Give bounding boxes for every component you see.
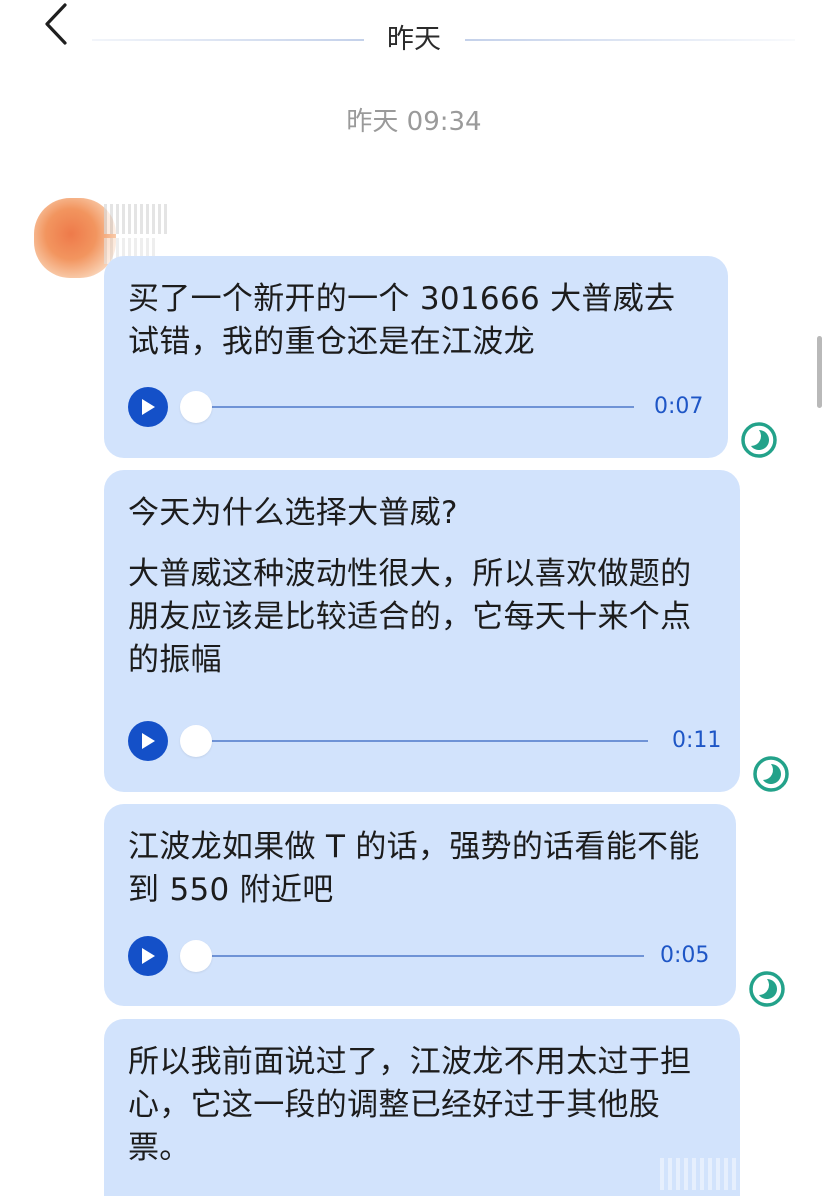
audio-duration: 0:11 xyxy=(672,728,722,753)
half-moon-status-icon xyxy=(741,422,777,458)
slider-knob[interactable] xyxy=(180,725,212,757)
audio-progress-slider[interactable] xyxy=(180,721,650,761)
message-text: 今天为什么选择大普威? xyxy=(128,495,458,531)
header-divider-right xyxy=(465,39,795,41)
voice-message-bubble[interactable]: 买了一个新开的一个 301666 大普威去试错，我的重仓还是在江波龙 0:07 xyxy=(104,256,728,458)
play-icon xyxy=(142,948,155,964)
chat-screen: 昨天 昨天 09:34 买了一个新开的一个 301666 大普威去试错，我的重仓… xyxy=(0,0,828,1196)
top-bar: 昨天 xyxy=(0,0,828,84)
half-moon-status-icon xyxy=(753,756,789,792)
play-icon xyxy=(142,733,155,749)
header-divider-left xyxy=(92,39,364,41)
play-button[interactable] xyxy=(128,936,168,976)
message-timestamp: 昨天 09:34 xyxy=(346,107,482,137)
scrollbar[interactable] xyxy=(817,336,822,408)
audio-progress-slider[interactable] xyxy=(180,387,636,427)
watermark xyxy=(660,1158,820,1190)
slider-knob[interactable] xyxy=(180,391,212,423)
play-button[interactable] xyxy=(128,387,168,427)
date-separator-title: 昨天 xyxy=(387,24,441,55)
voice-message-bubble[interactable]: 江波龙如果做 T 的话，强势的话看能不能到 550 附近吧 0:05 xyxy=(104,804,736,1006)
voice-message-bubble[interactable]: 所以我前面说过了，江波龙不用太过于担心，它这一段的调整已经好过于其他股票。 xyxy=(104,1019,740,1196)
audio-player xyxy=(128,387,708,427)
slider-knob[interactable] xyxy=(180,940,212,972)
half-moon-status-icon xyxy=(749,971,785,1007)
back-button[interactable] xyxy=(30,0,82,48)
audio-player xyxy=(128,936,712,976)
audio-duration: 0:07 xyxy=(654,394,704,419)
message-text: 江波龙如果做 T 的话，强势的话看能不能到 550 附近吧 xyxy=(128,829,700,908)
audio-player xyxy=(128,721,718,761)
message-text: 所以我前面说过了，江波龙不用太过于担心，它这一段的调整已经好过于其他股票。 xyxy=(128,1044,692,1166)
play-icon xyxy=(142,399,155,415)
voice-message-bubble[interactable]: 今天为什么选择大普威? 大普威这种波动性很大，所以喜欢做题的朋友应该是比较适合的… xyxy=(104,470,740,792)
audio-progress-slider[interactable] xyxy=(180,936,646,976)
message-text: 大普威这种波动性很大，所以喜欢做题的朋友应该是比较适合的，它每天十来个点的振幅 xyxy=(128,556,692,678)
chevron-left-icon xyxy=(45,3,67,45)
play-button[interactable] xyxy=(128,721,168,761)
audio-duration: 0:05 xyxy=(660,943,710,968)
message-text: 买了一个新开的一个 301666 大普威去试错，我的重仓还是在江波龙 xyxy=(128,281,676,360)
